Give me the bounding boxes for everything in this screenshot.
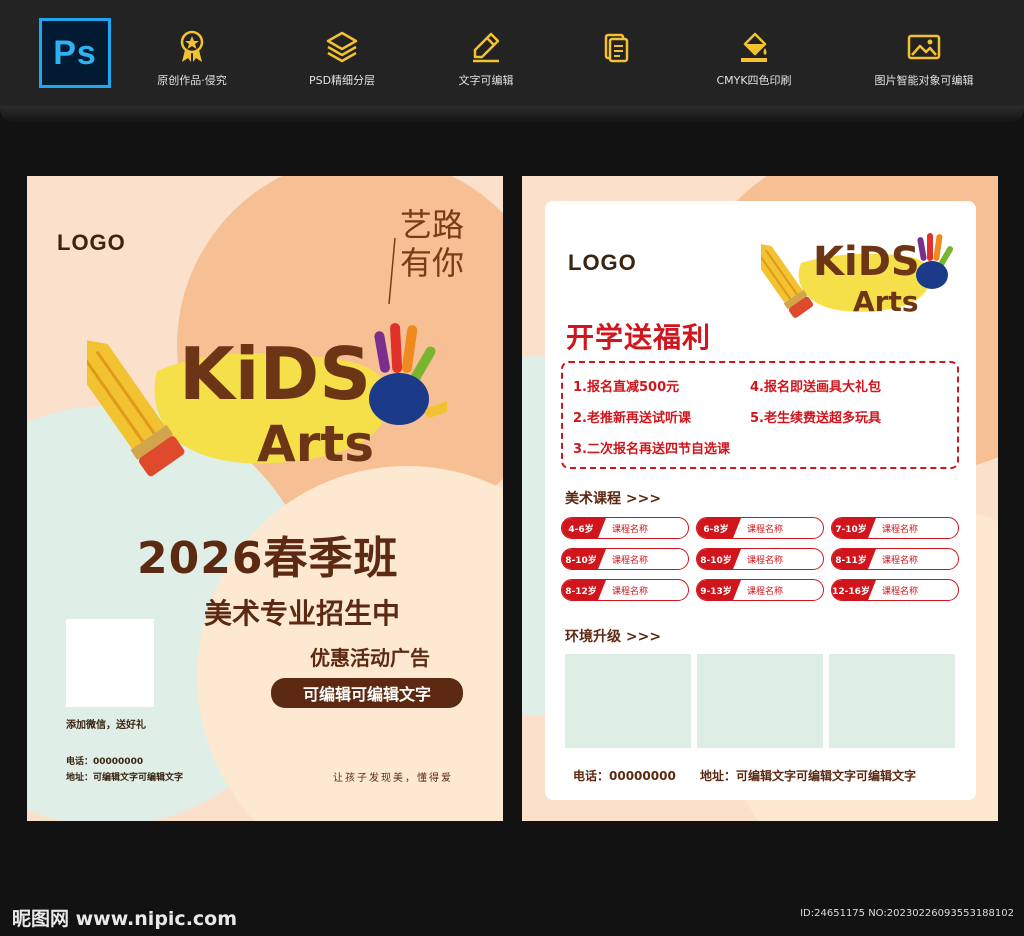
benefit-item: 4.报名即送画具大礼包 <box>750 380 881 395</box>
feature-cmyk: CMYK四色印刷 <box>679 30 829 88</box>
brand-arts-text: Arts <box>257 415 374 473</box>
toolbar-shadow <box>0 106 1024 122</box>
feature-smart-object: 图片智能对象可编辑 <box>849 30 999 88</box>
benefit-item: 1.报名直减500元 <box>573 380 680 395</box>
feature-label: 文字可编辑 <box>458 74 514 87</box>
course-tag: 8-12岁 课程名称 <box>561 579 689 601</box>
poster-back: LOGO KiDS Arts 开学送福利 1.报名直减500元 4.报名即送画具… <box>522 176 998 821</box>
course-name: 课程名称 <box>612 555 649 566</box>
editable-text-pill: 可编辑可编辑文字 <box>271 678 463 708</box>
course-age: 12-16岁 <box>832 580 876 600</box>
feature-document: . <box>541 30 691 85</box>
course-name: 课程名称 <box>882 524 919 535</box>
course-age: 4-6岁 <box>562 518 606 538</box>
brand-kids-text: KiDS <box>179 332 371 416</box>
course-tag: 6-8岁 课程名称 <box>696 517 824 539</box>
slogan-line-2: 有你 <box>400 244 465 282</box>
feature-toolbar: Ps 原创作品·侵究 PSD精细分层 文字可编辑 CMYK四色印刷 图片智能对象… <box>0 0 1024 106</box>
qr-code-placeholder <box>66 619 154 707</box>
feature-label: CMYK四色印刷 <box>716 74 792 87</box>
hand-print-icon <box>916 233 953 289</box>
course-tag: 12-16岁 课程名称 <box>831 579 959 601</box>
course-name: 课程名称 <box>747 524 784 535</box>
course-name: 课程名称 <box>882 586 919 597</box>
course-tag: 9-13岁 课程名称 <box>696 579 824 601</box>
photoshop-logo: Ps <box>39 18 111 88</box>
environment-photo-placeholder <box>697 654 823 748</box>
environment-photo-placeholder <box>829 654 955 748</box>
course-name: 课程名称 <box>612 586 649 597</box>
benefit-item: 2.老推新再送试听课 <box>573 411 691 426</box>
brand-arts-text: Arts <box>853 285 919 318</box>
contact-phone: 电话：00000000 <box>66 757 144 767</box>
course-age: 6-8岁 <box>697 518 741 538</box>
environment-photo-placeholder <box>565 654 691 748</box>
course-tag: 8-10岁 课程名称 <box>696 548 824 570</box>
feature-label: 原创作品·侵究 <box>157 74 227 87</box>
course-tag: 4-6岁 课程名称 <box>561 517 689 539</box>
course-tag: 8-10岁 课程名称 <box>561 548 689 570</box>
kids-arts-artwork: KiDS Arts <box>761 233 953 318</box>
logo-placeholder: LOGO <box>57 230 126 255</box>
slogan-brush-stroke <box>388 237 396 305</box>
contact-phone: 电话：00000000 <box>573 769 676 783</box>
award-icon <box>180 30 204 62</box>
course-age: 7-10岁 <box>832 518 876 538</box>
subheadline: 美术专业招生中 <box>204 597 401 630</box>
benefit-item: 3.二次报名再送四节自选课 <box>573 442 730 457</box>
feature-editable-text: 文字可编辑 <box>411 30 561 88</box>
qr-caption: 添加微信，送好礼 <box>66 720 146 731</box>
contact-address: 地址：可编辑文字可编辑文字 <box>66 773 184 783</box>
course-name: 课程名称 <box>747 586 784 597</box>
logo-placeholder: LOGO <box>568 250 637 275</box>
kids-arts-artwork: KiDS Arts <box>87 323 447 477</box>
headline: 2026春季班 <box>137 533 399 584</box>
course-age: 8-11岁 <box>832 549 876 569</box>
screenshot-root: Ps 原创作品·侵究 PSD精细分层 文字可编辑 CMYK四色印刷 图片智能对象… <box>0 0 1024 936</box>
course-age: 8-10岁 <box>562 549 606 569</box>
paint-bucket-icon <box>741 32 767 62</box>
benefit-item: 5.老生续费送超多玩具 <box>750 411 881 426</box>
image-icon <box>907 34 941 60</box>
course-tag: 7-10岁 课程名称 <box>831 517 959 539</box>
image-id-watermark: ID:24651175 NO:20230226093553188102 <box>800 908 1014 919</box>
environment-title: 环境升级 >>> <box>565 629 662 645</box>
layers-icon <box>326 31 358 63</box>
nipic-watermark: 昵图网 www.nipic.com <box>12 908 238 930</box>
promo-text: 优惠活动广告 <box>310 646 430 670</box>
tagline: 让孩子发现美，懂得爱 <box>333 773 453 784</box>
feature-original: 原创作品·侵究 <box>117 30 267 88</box>
course-age: 9-13岁 <box>697 580 741 600</box>
course-name: 课程名称 <box>882 555 919 566</box>
slogan-line-1: 艺路 <box>400 206 465 244</box>
contact-address: 地址：可编辑文字可编辑文字可编辑文字 <box>700 769 917 783</box>
document-icon <box>604 33 629 63</box>
course-tag: 8-11岁 课程名称 <box>831 548 959 570</box>
pencil-icon <box>473 32 500 63</box>
feature-label: PSD精细分层 <box>308 74 376 87</box>
feature-layers: PSD精细分层 <box>267 30 417 88</box>
benefit-title: 开学送福利 <box>566 321 712 354</box>
info-card: LOGO KiDS Arts 开学送福利 1.报名直减500元 4.报名即送画具… <box>545 201 976 800</box>
feature-label: 图片智能对象可编辑 <box>874 74 974 87</box>
course-age: 8-10岁 <box>697 549 741 569</box>
poster-front: LOGO 艺路 有你 KiDS Arts 2026春季班 美术专业招生中 优惠活… <box>27 176 503 821</box>
courses-title: 美术课程 >>> <box>565 491 662 507</box>
brand-kids-text: KiDS <box>813 239 920 285</box>
course-name: 课程名称 <box>747 555 784 566</box>
course-age: 8-12岁 <box>562 580 606 600</box>
course-name: 课程名称 <box>612 524 649 535</box>
hand-print-icon <box>369 323 447 425</box>
